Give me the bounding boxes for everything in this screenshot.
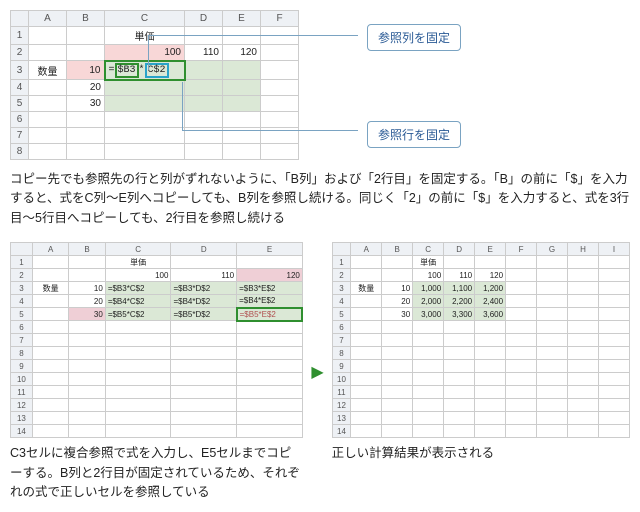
- connector-line-2: [182, 130, 358, 131]
- l-b4: 20: [69, 295, 105, 308]
- col-A: A: [29, 11, 67, 27]
- l-e5: =$B5*E$2: [237, 308, 303, 321]
- qty-b3: 10: [67, 61, 105, 80]
- l-col-e: E: [237, 243, 303, 256]
- connector-line-1v: [148, 35, 149, 70]
- col-E: E: [223, 11, 261, 27]
- left-sheet: A B C D E 1 単価 2 100 110 120 3 数量 10 =$B3…: [10, 242, 303, 438]
- l-r1: 1: [11, 256, 33, 269]
- top-section: A B C D E F 1 単価 2 100 110 120: [10, 10, 630, 160]
- l-r4: 4: [11, 295, 33, 308]
- callout-fix-row: 参照行を固定: [367, 121, 461, 148]
- row-3: 3: [11, 61, 29, 80]
- arrow-icon: ▶: [309, 362, 325, 382]
- row-8: 8: [11, 144, 29, 160]
- col-B: B: [67, 11, 105, 27]
- l-b5: 30: [69, 308, 105, 321]
- row-7: 7: [11, 128, 29, 144]
- cell-c3-formula[interactable]: =$B3*C$2: [105, 61, 185, 80]
- l-e3: =$B3*E$2: [237, 282, 303, 295]
- r-qty: 数量: [351, 282, 382, 295]
- l-r3: 3: [11, 282, 33, 295]
- corner: [11, 11, 29, 27]
- l-p0: 100: [105, 269, 171, 282]
- l-d4: =$B4*D$2: [171, 295, 237, 308]
- l-col-c: C: [105, 243, 171, 256]
- connector-line-2v: [182, 82, 183, 130]
- price-d2: 110: [185, 45, 223, 61]
- col-D: D: [185, 11, 223, 27]
- ref-b3: $B3: [115, 63, 139, 78]
- l-e4: =$B4*E$2: [237, 295, 303, 308]
- col-F: F: [261, 11, 299, 27]
- explanation-1: コピー先でも参照先の行と列がずれないように、「B列」および「2行目」を固定する。…: [10, 170, 630, 228]
- l-col-d: D: [171, 243, 237, 256]
- caption-left: C3セルに複合参照で式を入力し、E5セルまでコピーする。B列と2行目が固定されて…: [10, 444, 303, 502]
- row-6: 6: [11, 112, 29, 128]
- col-C: C: [105, 11, 185, 27]
- row-1: 1: [11, 27, 29, 45]
- l-r2: 2: [11, 269, 33, 282]
- label-qty: 数量: [29, 61, 67, 80]
- l-unit: 単価: [105, 256, 171, 269]
- price-c2: 100: [105, 45, 185, 61]
- price-e2: 120: [223, 45, 261, 61]
- bottom-section: A B C D E 1 単価 2 100 110 120 3 数量 10 =$B3…: [10, 242, 630, 502]
- row-4: 4: [11, 80, 29, 96]
- right-sheet: A B C D E F G H I 1単価 2 100 110 120 3 数量…: [332, 242, 630, 438]
- l-d3: =$B3*D$2: [171, 282, 237, 295]
- l-c4: =$B4*C$2: [105, 295, 171, 308]
- l-c5: =$B5*C$2: [105, 308, 171, 321]
- main-sheet: A B C D E F 1 単価 2 100 110 120: [10, 10, 299, 160]
- l-qty: 数量: [32, 282, 68, 295]
- l-p2: 120: [237, 269, 303, 282]
- l-c3: =$B3*C$2: [105, 282, 171, 295]
- l-b3: 10: [69, 282, 105, 295]
- connector-line-1: [148, 35, 358, 36]
- r-unit: 単価: [413, 256, 444, 269]
- l-col-b: B: [69, 243, 105, 256]
- row-2: 2: [11, 45, 29, 61]
- qty-b5: 30: [67, 96, 105, 112]
- l-r5: 5: [11, 308, 33, 321]
- l-col-a: A: [32, 243, 68, 256]
- caption-right: 正しい計算結果が表示される: [332, 444, 630, 463]
- row-5: 5: [11, 96, 29, 112]
- l-d5: =$B5*D$2: [171, 308, 237, 321]
- qty-b4: 20: [67, 80, 105, 96]
- l-p1: 110: [171, 269, 237, 282]
- callout-fix-column: 参照列を固定: [367, 24, 461, 51]
